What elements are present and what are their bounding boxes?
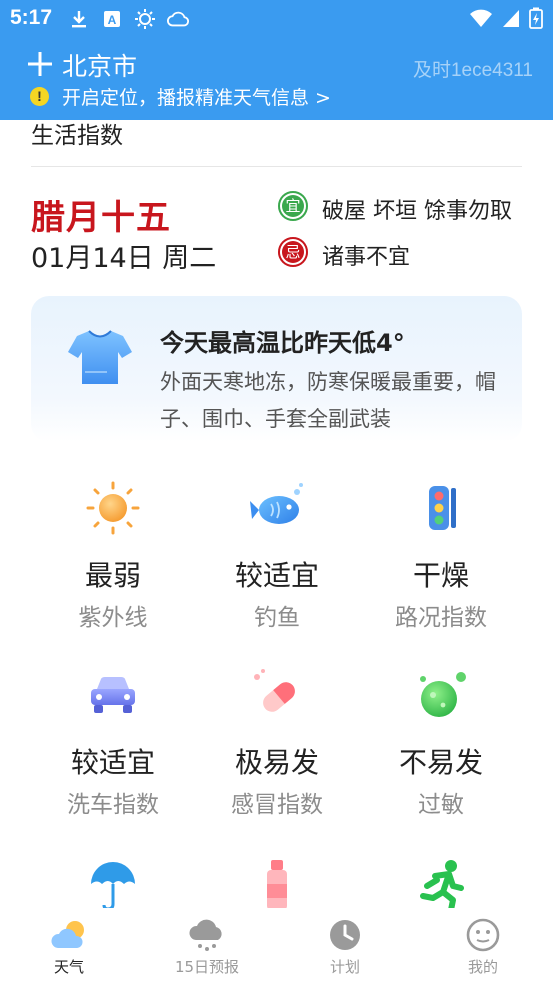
index-umbrella[interactable] [31, 858, 195, 914]
add-city-icon[interactable] [26, 50, 54, 78]
tip-title: 今天最高温比昨天低4° [160, 329, 405, 357]
index-fishing[interactable]: 较适宜 钓鱼 [195, 480, 359, 632]
index-carwash[interactable]: 较适宜 洗车指数 [31, 667, 195, 819]
index-label: 洗车指数 [67, 792, 159, 818]
index-sport[interactable] [359, 858, 523, 914]
nav-15day-forecast[interactable]: 15日预报 [152, 908, 262, 977]
sun-icon [85, 480, 141, 536]
signal-icon [501, 8, 521, 32]
gregorian-date: 01月14日 周二 [31, 243, 217, 274]
status-system-icons [469, 7, 543, 33]
index-value: 较适宜 [234, 559, 319, 592]
cloud-rain-icon [188, 918, 226, 952]
nav-label: 我的 [467, 958, 498, 976]
bottom-navigation: 天气 15日预报 计划 我的 [0, 908, 553, 984]
status-time: 5:17 [10, 6, 53, 29]
nav-label: 15日预报 [174, 958, 240, 976]
warning-icon: ! [30, 87, 49, 106]
yi-badge: 宜 [278, 191, 308, 221]
device-id-label: 及时1ece4311 [412, 60, 533, 81]
enable-location-link[interactable]: 开启定位，播报精准天气信息 > [62, 83, 331, 110]
svg-text:A: A [108, 13, 117, 27]
city-name[interactable]: 北京市 [62, 47, 137, 83]
nav-weather[interactable]: 天气 [14, 908, 124, 977]
nav-label: 计划 [329, 958, 360, 976]
app-header: 北京市 及时1ece4311 ! 开启定位，播报精准天气信息 > [0, 38, 553, 120]
index-label: 钓鱼 [254, 605, 300, 631]
weather-icon [50, 918, 88, 952]
ji-badge: 忌 [278, 237, 308, 267]
weather-cloud-icon [167, 8, 189, 30]
index-cold[interactable]: 极易发 感冒指数 [195, 667, 359, 819]
ji-activities: 诸事不宜 [322, 245, 411, 270]
battery-charging-icon [529, 7, 543, 33]
tip-description: 外面天寒地冻，防寒保暖最重要，帽子、围巾、手套全副武装 [160, 370, 496, 431]
fish-icon [249, 480, 305, 536]
download-icon [68, 8, 90, 30]
car-icon [85, 667, 141, 723]
nav-plan[interactable]: 计划 [290, 908, 400, 977]
wifi-icon [469, 8, 493, 32]
running-man-icon [413, 858, 469, 914]
index-value: 最弱 [84, 559, 141, 592]
smiley-icon [464, 918, 502, 952]
index-uv[interactable]: 最弱 紫外线 [31, 480, 195, 632]
index-value: 干燥 [412, 559, 469, 592]
yi-activities: 破屋 坏垣 馀事勿取 [322, 199, 512, 224]
font-app-icon: A [101, 8, 123, 30]
index-value: 极易发 [234, 746, 319, 779]
status-bar: 5:17 A [0, 0, 553, 38]
sunscreen-bottle-icon [249, 858, 305, 914]
umbrella-icon [85, 858, 141, 914]
status-notification-icons: A [68, 8, 189, 30]
nav-mine[interactable]: 我的 [428, 908, 538, 977]
divider [31, 166, 522, 167]
index-label: 感冒指数 [231, 792, 323, 818]
lunar-date: 腊月十五 [31, 198, 171, 238]
index-label: 路况指数 [395, 605, 487, 631]
index-road[interactable]: 干燥 路况指数 [359, 480, 523, 632]
allergy-icon [413, 667, 469, 723]
clothing-tip-card[interactable]: 今天最高温比昨天低4° 外面天寒地冻，防寒保暖最重要，帽子、围巾、手套全副武装 [31, 296, 522, 442]
index-label: 紫外线 [78, 605, 148, 631]
section-title: 生活指数 [31, 123, 123, 149]
clock-icon [326, 918, 364, 952]
index-value: 不易发 [398, 746, 483, 779]
index-label: 过敏 [418, 792, 464, 818]
tshirt-icon [67, 328, 133, 386]
index-value: 较适宜 [70, 746, 155, 779]
traffic-light-icon [413, 480, 469, 536]
nav-label: 天气 [53, 958, 84, 976]
pill-icon [249, 667, 305, 723]
index-allergy[interactable]: 不易发 过敏 [359, 667, 523, 819]
sun-icon [134, 8, 156, 30]
index-sunscreen[interactable] [195, 858, 359, 914]
